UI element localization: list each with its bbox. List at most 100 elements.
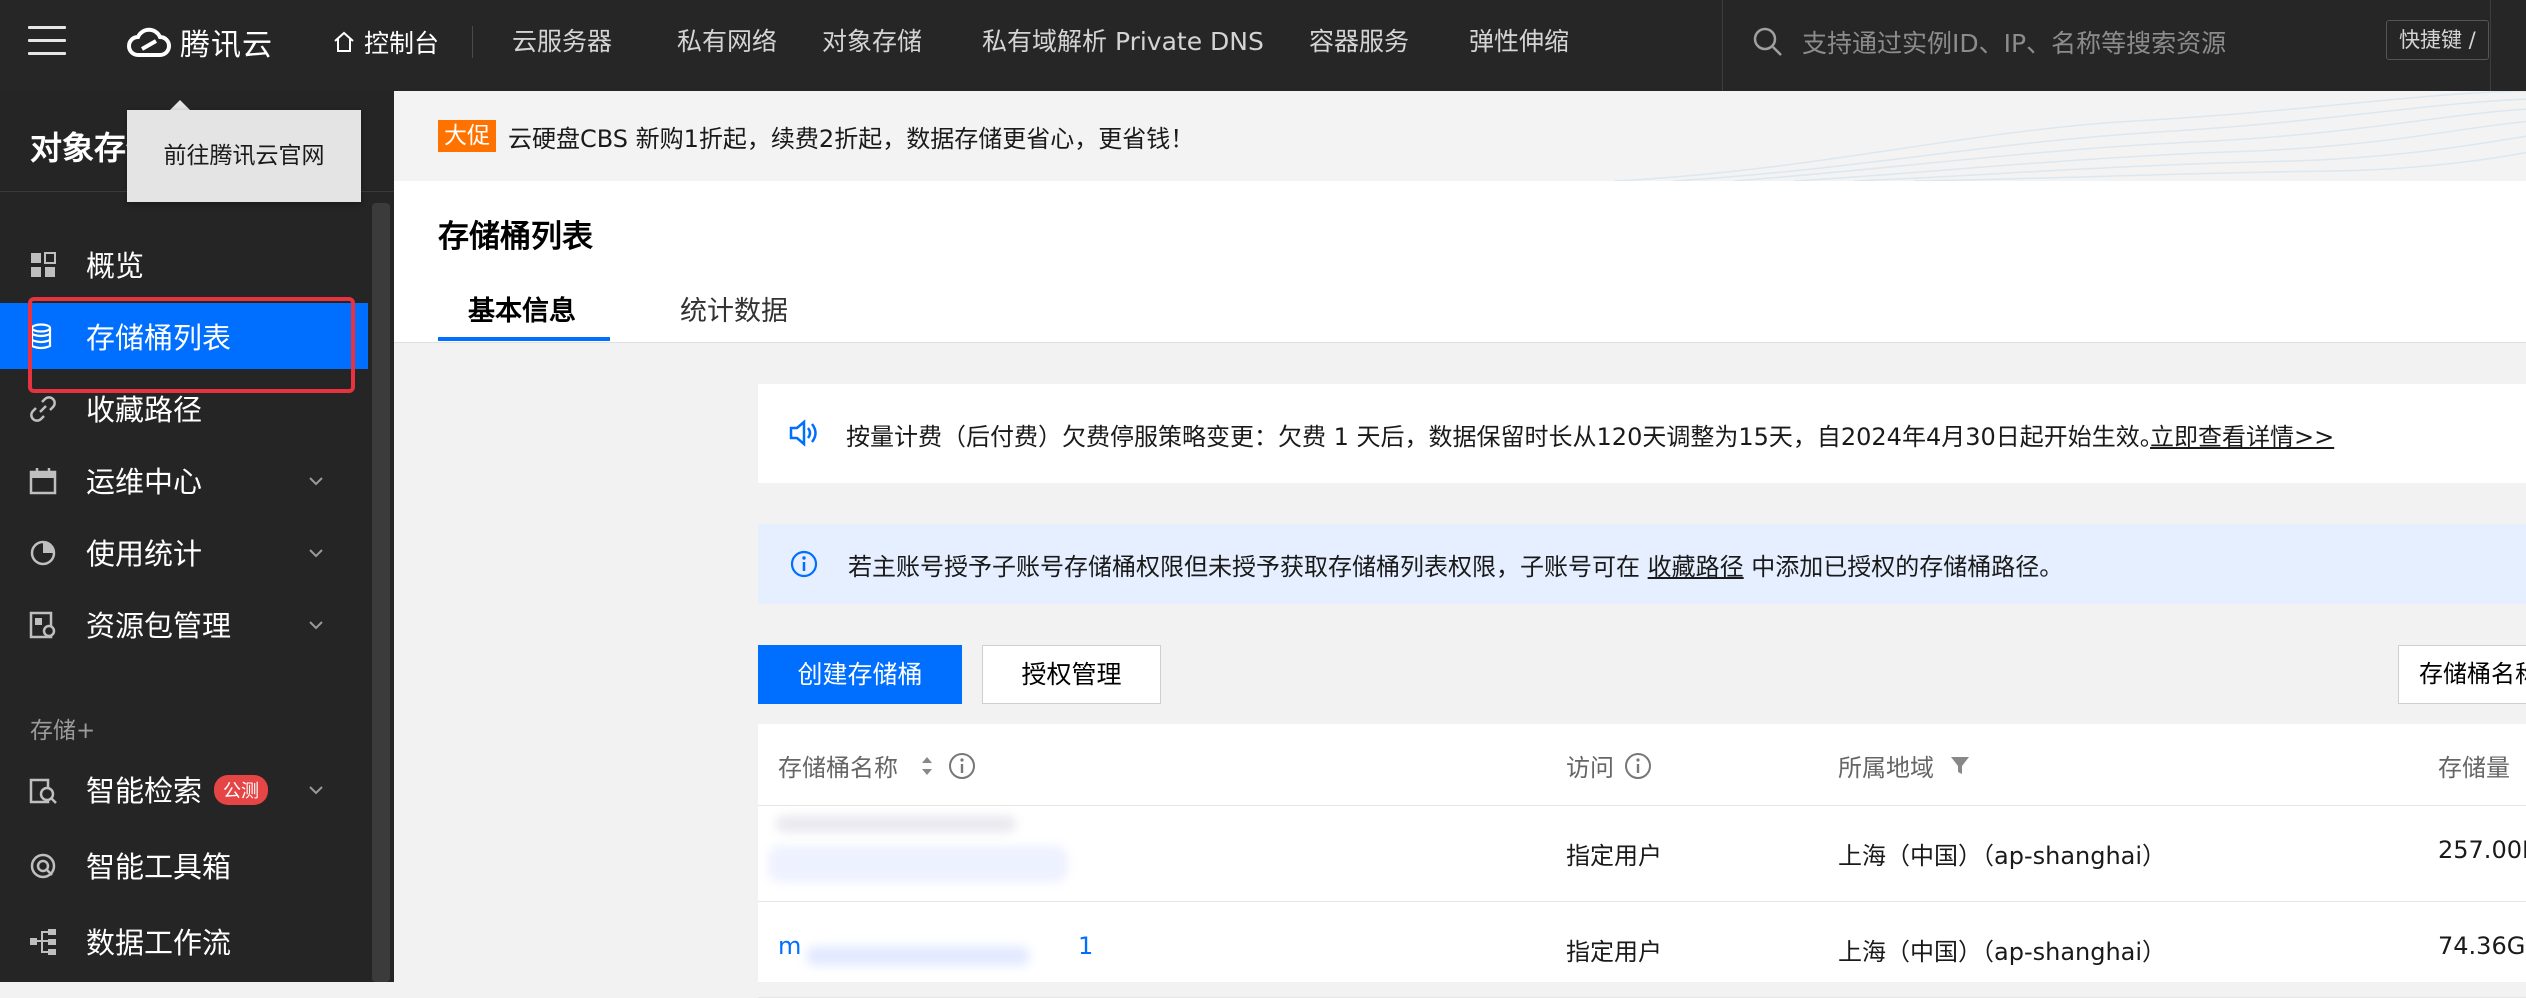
create-bucket-button[interactable]: 创建存储桶	[758, 645, 962, 704]
info-icon	[790, 550, 818, 578]
banner-wave-decoration	[1614, 91, 2526, 181]
workflow-icon	[30, 929, 56, 955]
page-title: 存储桶列表	[438, 219, 593, 255]
sidebar-item-label: 存储桶列表	[86, 321, 232, 355]
nav-divider	[472, 26, 473, 58]
toolbox-icon	[30, 853, 56, 879]
promo-banner[interactable]: 大促 云硬盘CBS 新购1折起，续费2折起，数据存储更省心，更省钱！	[394, 91, 2526, 181]
tab-basic-info[interactable]: 基本信息	[468, 289, 576, 328]
console-label: 控制台	[364, 29, 440, 58]
bucket-table: 存储桶名称 访问 所属地域 存储量 指定用户 上海（中国）（ap-shangha…	[758, 724, 2526, 998]
chevron-down-icon	[309, 621, 323, 630]
nav-container[interactable]: 容器服务	[1309, 22, 1409, 62]
cloud-logo-icon	[127, 27, 171, 57]
redacted-name	[806, 946, 1030, 966]
top-separator	[1722, 0, 1723, 91]
sidebar-item-label: 使用统计	[86, 537, 203, 571]
sidebar-item-data-workflow[interactable]: 数据工作流	[0, 908, 368, 974]
sidebar-item-label: 收藏路径	[86, 393, 203, 427]
nav-vpc[interactable]: 私有网络	[677, 22, 777, 62]
table-row: m 1 指定用户 上海（中国）（ap-shanghai） 74.36GB	[758, 902, 2526, 998]
permission-notice-after: 中添加已授权的存储桶路径。	[1743, 553, 2064, 581]
nav-autoscaling[interactable]: 弹性伸缩	[1469, 22, 1569, 62]
menu-icon[interactable]	[28, 24, 66, 58]
favorite-path-link[interactable]: 收藏路径	[1648, 553, 1744, 581]
top-separator-2	[2490, 0, 2491, 91]
sidebar: 对象存储 概览 存储桶列表 收藏路径 运维中心 使用统计 资源包管理 存储+ 智…	[0, 91, 394, 982]
chevron-down-icon	[309, 549, 323, 558]
bucket-name-link[interactable]: m	[778, 932, 801, 960]
permission-notice-text: 若主账号授予子账号存储桶权限但未授予获取存储桶列表权限，子账号可在 收藏路径 中…	[848, 547, 2063, 582]
shortcut-key-button[interactable]: 快捷键 /	[2386, 20, 2489, 60]
tooltip: 前往腾讯云官网	[127, 110, 361, 202]
beta-badge: 公测	[214, 775, 269, 805]
promo-tag: 大促	[438, 120, 496, 152]
package-icon	[29, 611, 56, 639]
column-label: 存储量	[2438, 754, 2510, 782]
billing-notice: 按量计费（后付费）欠费停服策略变更：欠费 1 天后，数据保留时长从120天调整为…	[758, 384, 2526, 483]
sidebar-item-overview[interactable]: 概览	[0, 231, 368, 297]
page-header: 存储桶列表 基本信息 统计数据	[394, 181, 2526, 343]
column-label: 访问	[1566, 754, 1614, 782]
auth-management-button[interactable]: 授权管理	[982, 645, 1161, 704]
sidebar-item-label: 运维中心	[86, 465, 203, 499]
table-row: 指定用户 上海（中国）（ap-shanghai） 257.00M	[758, 806, 2526, 902]
chevron-down-icon	[309, 477, 323, 486]
bucket-name-suffix[interactable]: 1	[1078, 932, 1093, 960]
redacted-name	[776, 816, 1016, 832]
size-cell: 257.00M	[2438, 836, 2526, 864]
column-label: 存储桶名称	[778, 754, 898, 782]
smart-search-label: 智能检索	[86, 774, 203, 808]
sidebar-item-package-mgmt[interactable]: 资源包管理	[0, 591, 368, 657]
console-link[interactable]: 控制台	[332, 22, 439, 62]
search-spark-icon	[29, 778, 57, 804]
sidebar-item-usage-stats[interactable]: 使用统计	[0, 519, 368, 585]
column-label: 所属地域	[1838, 754, 1934, 782]
pie-chart-icon	[30, 540, 56, 566]
nav-cos[interactable]: 对象存储	[822, 22, 922, 62]
redacted-name	[768, 846, 1068, 882]
home-icon	[334, 31, 354, 52]
region-cell: 上海（中国）（ap-shanghai）	[1838, 938, 2167, 966]
sort-icon[interactable]	[916, 753, 938, 779]
permission-notice-before: 若主账号授予子账号存储桶权限但未授予获取存储桶列表权限，子账号可在	[848, 553, 1648, 581]
sidebar-scrollbar[interactable]	[372, 203, 390, 982]
info-icon[interactable]	[1624, 752, 1652, 780]
info-icon[interactable]	[948, 752, 976, 780]
sidebar-item-ops-center[interactable]: 运维中心	[0, 447, 368, 513]
tab-statistics[interactable]: 统计数据	[680, 289, 788, 328]
tencent-cloud-logo[interactable]: 腾讯云	[126, 18, 273, 66]
access-cell: 指定用户	[1566, 842, 1662, 870]
column-header-name[interactable]: 存储桶名称	[778, 748, 976, 783]
calendar-icon	[29, 468, 57, 495]
bucket-name-search-input[interactable]: 存储桶名称	[2398, 645, 2526, 704]
sidebar-section-label: 存储+	[30, 718, 96, 744]
grid-icon	[31, 252, 56, 277]
sidebar-item-favorite-path[interactable]: 收藏路径	[0, 375, 368, 441]
top-navigation-bar: 腾讯云 控制台 云服务器 私有网络 对象存储 私有域解析 Private DNS…	[0, 0, 2526, 91]
active-tab-indicator	[438, 337, 610, 341]
nav-cvm[interactable]: 云服务器	[512, 22, 612, 62]
region-cell: 上海（中国）（ap-shanghai）	[1838, 842, 2167, 870]
search-placeholder: 支持通过实例ID、IP、名称等搜索资源	[1802, 29, 2227, 58]
column-header-size: 存储量	[2438, 748, 2510, 783]
column-header-region: 所属地域	[1838, 748, 1972, 783]
search-box[interactable]: 支持通过实例ID、IP、名称等搜索资源	[1752, 22, 2226, 62]
sidebar-item-smart-search[interactable]: 智能检索 公测	[0, 756, 368, 822]
filter-icon[interactable]	[1948, 754, 1972, 778]
sidebar-item-label: 智能检索 公测	[86, 768, 269, 810]
nav-private-dns[interactable]: 私有域解析 Private DNS	[982, 22, 1264, 62]
column-header-access: 访问	[1566, 748, 1652, 783]
sidebar-item-label: 资源包管理	[86, 609, 232, 643]
search-icon	[1753, 27, 1782, 56]
link-icon	[30, 396, 56, 422]
sidebar-item-label: 智能工具箱	[86, 850, 232, 884]
sidebar-item-label: 数据工作流	[86, 926, 232, 960]
size-cell: 74.36GB	[2438, 932, 2526, 960]
sidebar-item-smart-toolbox[interactable]: 智能工具箱	[0, 832, 368, 898]
speaker-icon	[789, 419, 817, 447]
sidebar-item-bucket-list[interactable]: 存储桶列表	[0, 303, 368, 369]
view-details-link[interactable]: 立即查看详情>>	[2150, 417, 2334, 452]
table-header: 存储桶名称 访问 所属地域 存储量	[758, 724, 2526, 806]
logo-text: 腾讯云	[180, 28, 273, 63]
